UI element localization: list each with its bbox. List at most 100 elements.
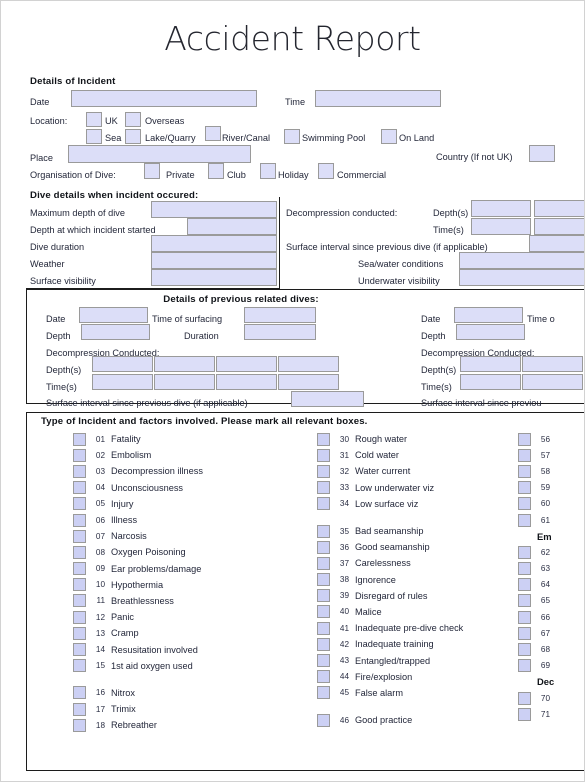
checkbox-incident-34[interactable] xyxy=(317,497,330,511)
place-label: Place xyxy=(30,153,53,163)
country-input[interactable] xyxy=(529,145,555,162)
checkbox-incident-43[interactable] xyxy=(317,654,330,668)
checkbox-org-commercial[interactable] xyxy=(318,163,334,179)
checkbox-incident-40[interactable] xyxy=(317,605,330,619)
checkbox-incident-65[interactable] xyxy=(518,594,531,608)
checkbox-incident-07[interactable] xyxy=(73,529,86,543)
checkbox-incident-13[interactable] xyxy=(73,626,86,640)
checkbox-incident-02[interactable] xyxy=(73,448,86,462)
prev-left-depth-field-4[interactable] xyxy=(278,356,339,372)
checkbox-location-sea[interactable] xyxy=(86,129,102,144)
checkbox-incident-06[interactable] xyxy=(73,513,86,527)
checkbox-incident-67[interactable] xyxy=(518,626,531,640)
prev-left-duration-input[interactable] xyxy=(244,324,316,340)
checkbox-location-river-canal[interactable] xyxy=(205,126,221,141)
surface-interval-input[interactable] xyxy=(529,235,584,252)
checkbox-incident-30[interactable] xyxy=(317,432,330,446)
checkbox-location-overseas[interactable] xyxy=(125,112,141,127)
incident-type-row: 57 xyxy=(518,447,584,463)
checkbox-incident-60[interactable] xyxy=(518,497,531,511)
incident-type-number: 60 xyxy=(540,499,550,509)
prev-left-depth-field-3[interactable] xyxy=(216,356,277,372)
checkbox-incident-42[interactable] xyxy=(317,637,330,651)
checkbox-incident-69[interactable] xyxy=(518,659,531,673)
prev-left-depth-field-1[interactable] xyxy=(92,356,153,372)
prev-left-time-surfacing-input[interactable] xyxy=(244,307,316,323)
checkbox-incident-38[interactable] xyxy=(317,573,330,587)
checkbox-incident-16[interactable] xyxy=(73,686,86,700)
place-input[interactable] xyxy=(68,145,251,163)
checkbox-incident-61[interactable] xyxy=(518,513,531,527)
prev-right-depth-field-1[interactable] xyxy=(460,356,521,372)
checkbox-incident-37[interactable] xyxy=(317,556,330,570)
checkbox-incident-71[interactable] xyxy=(518,707,531,721)
checkbox-incident-10[interactable] xyxy=(73,578,86,592)
checkbox-incident-18[interactable] xyxy=(73,718,86,732)
checkbox-incident-66[interactable] xyxy=(518,610,531,624)
date-input[interactable] xyxy=(71,90,257,107)
checkbox-location-lake-quarry[interactable] xyxy=(125,129,141,144)
checkbox-incident-63[interactable] xyxy=(518,562,531,576)
prev-left-surface-interval-input[interactable] xyxy=(291,391,364,407)
checkbox-org-holiday[interactable] xyxy=(260,163,276,179)
checkbox-incident-68[interactable] xyxy=(518,643,531,657)
checkbox-incident-36[interactable] xyxy=(317,540,330,554)
checkbox-incident-46[interactable] xyxy=(317,713,330,727)
checkbox-incident-35[interactable] xyxy=(317,524,330,538)
checkbox-location-on-land[interactable] xyxy=(381,129,397,144)
checkbox-incident-64[interactable] xyxy=(518,578,531,592)
sea-water-conditions-input[interactable] xyxy=(459,252,584,269)
decompression-depth-input-1[interactable] xyxy=(471,200,531,217)
checkbox-org-club[interactable] xyxy=(208,163,224,179)
checkbox-incident-62[interactable] xyxy=(518,545,531,559)
checkbox-incident-56[interactable] xyxy=(518,432,531,446)
checkbox-incident-05[interactable] xyxy=(73,497,86,511)
checkbox-incident-57[interactable] xyxy=(518,448,531,462)
prev-left-time-field-3[interactable] xyxy=(216,374,277,390)
checkbox-incident-41[interactable] xyxy=(317,621,330,635)
decompression-time-input-1[interactable] xyxy=(471,218,531,235)
prev-left-date-input[interactable] xyxy=(79,307,148,323)
prev-left-time-field-2[interactable] xyxy=(154,374,215,390)
checkbox-incident-03[interactable] xyxy=(73,464,86,478)
checkbox-incident-12[interactable] xyxy=(73,610,86,624)
checkbox-location-swimming-pool[interactable] xyxy=(284,129,300,144)
incident-type-row: 41 Inadequate pre-dive check xyxy=(317,620,463,636)
decompression-depth-input-2[interactable] xyxy=(534,200,584,217)
checkbox-incident-08[interactable] xyxy=(73,545,86,559)
time-input[interactable] xyxy=(315,90,441,107)
checkbox-incident-58[interactable] xyxy=(518,464,531,478)
checkbox-org-private[interactable] xyxy=(144,163,160,179)
prev-right-date-input[interactable] xyxy=(454,307,523,323)
checkbox-incident-70[interactable] xyxy=(518,691,531,705)
checkbox-incident-33[interactable] xyxy=(317,481,330,495)
incident-type-number: 35 xyxy=(339,526,349,536)
underwater-visibility-input[interactable] xyxy=(459,269,584,286)
checkbox-incident-11[interactable] xyxy=(73,594,86,608)
checkbox-incident-31[interactable] xyxy=(317,448,330,462)
prev-right-time-field-2[interactable] xyxy=(522,374,583,390)
checkbox-incident-32[interactable] xyxy=(317,464,330,478)
incident-type-number: 37 xyxy=(339,558,349,568)
checkbox-incident-04[interactable] xyxy=(73,481,86,495)
prev-right-depth-field-2[interactable] xyxy=(522,356,583,372)
prev-left-depth-input[interactable] xyxy=(81,324,150,340)
checkbox-incident-01[interactable] xyxy=(73,432,86,446)
decompression-time-input-2[interactable] xyxy=(534,218,584,235)
checkbox-incident-15[interactable] xyxy=(73,659,86,673)
checkbox-incident-45[interactable] xyxy=(317,686,330,700)
prev-left-time-field-4[interactable] xyxy=(278,374,339,390)
prev-right-time-field-1[interactable] xyxy=(460,374,521,390)
checkbox-incident-44[interactable] xyxy=(317,670,330,684)
checkbox-incident-17[interactable] xyxy=(73,702,86,716)
incident-type-number: 02 xyxy=(95,450,105,460)
checkbox-incident-39[interactable] xyxy=(317,589,330,603)
checkbox-incident-09[interactable] xyxy=(73,562,86,576)
incident-type-label: Water current xyxy=(355,466,411,477)
checkbox-incident-14[interactable] xyxy=(73,643,86,657)
prev-right-depth-input[interactable] xyxy=(456,324,525,340)
prev-left-depth-field-2[interactable] xyxy=(154,356,215,372)
prev-left-time-field-1[interactable] xyxy=(92,374,153,390)
checkbox-location-uk[interactable] xyxy=(86,112,102,127)
checkbox-incident-59[interactable] xyxy=(518,481,531,495)
